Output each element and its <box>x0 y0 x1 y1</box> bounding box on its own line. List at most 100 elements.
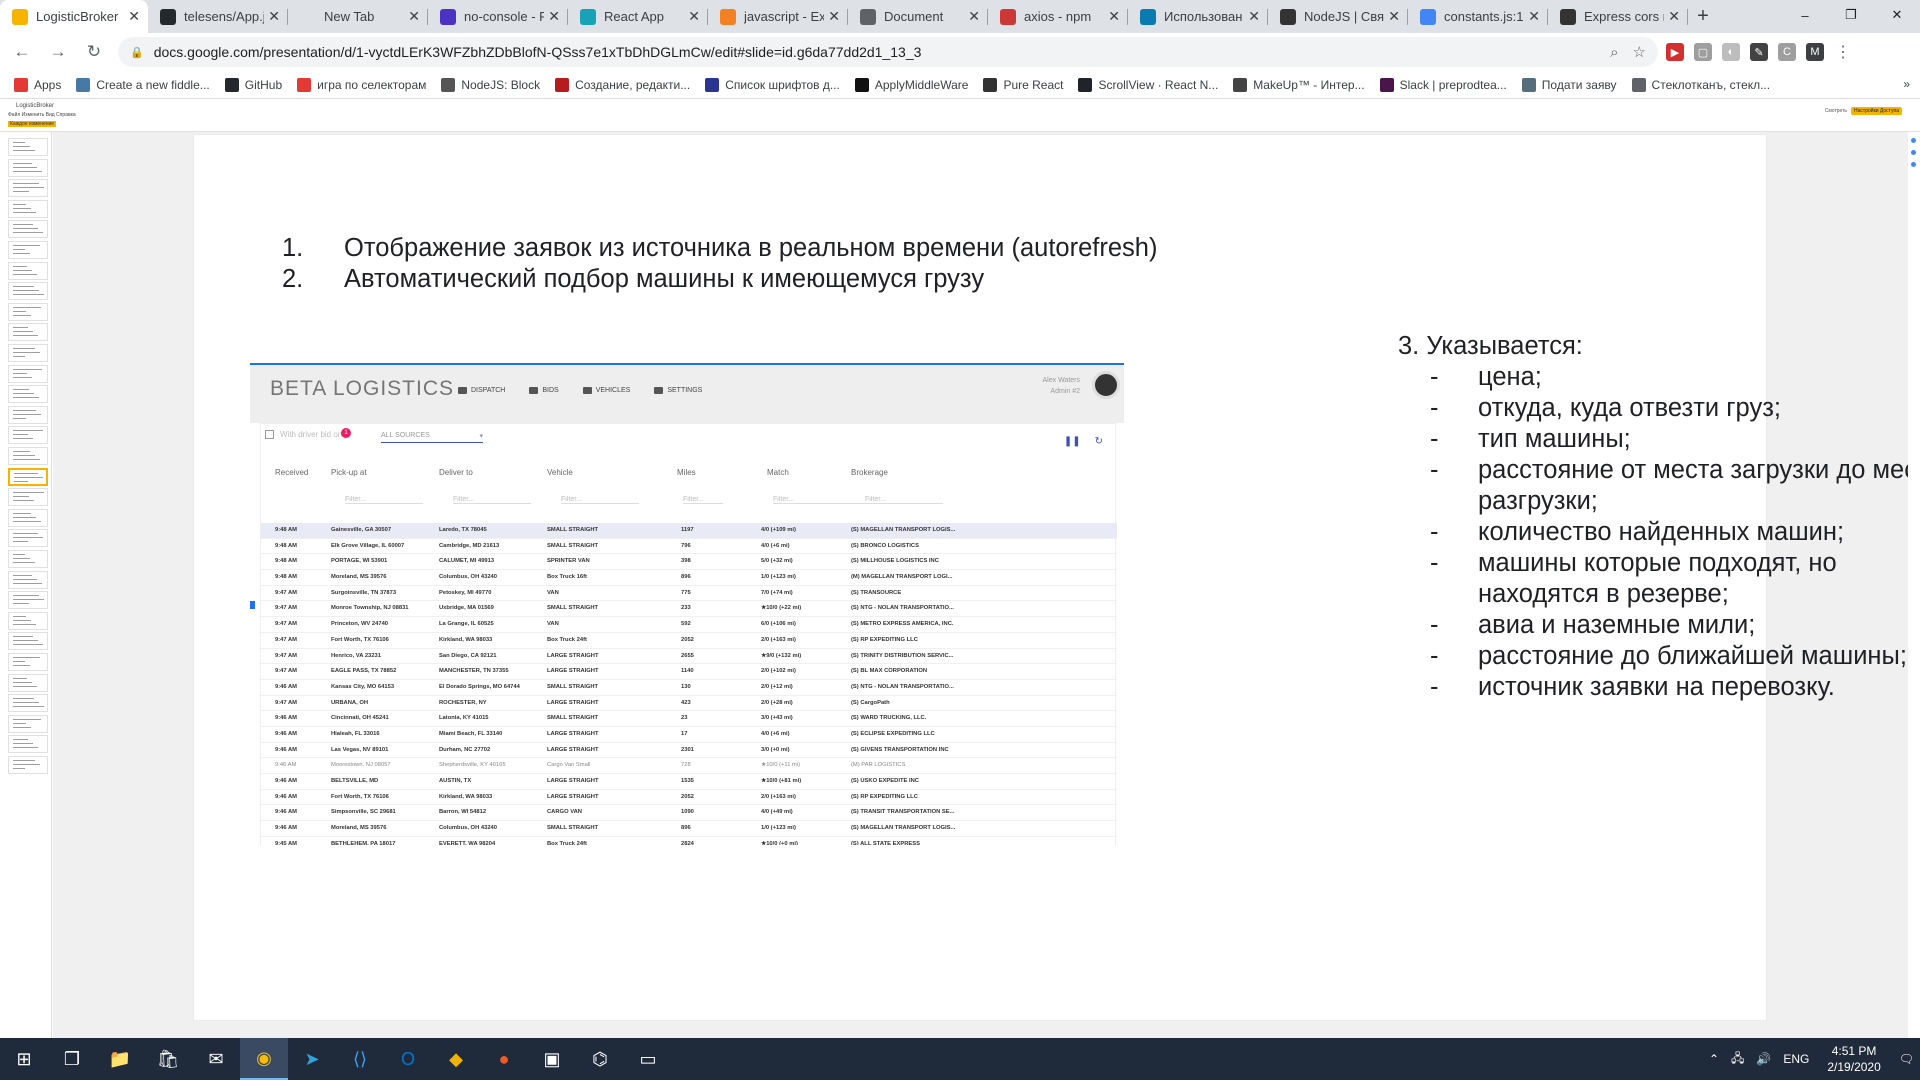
bookmark-item[interactable]: ScrollView · React N... <box>1078 77 1218 92</box>
bookmark-item[interactable]: Pure React <box>983 77 1063 92</box>
slide-thumbnail[interactable] <box>8 632 48 651</box>
git-icon[interactable]: ◆ <box>432 1038 480 1080</box>
photos-icon[interactable]: ▣ <box>528 1038 576 1080</box>
close-icon[interactable]: ✕ <box>408 8 420 25</box>
notifications-icon[interactable]: 🗨 <box>1899 1052 1914 1066</box>
resize-handle[interactable] <box>250 601 255 609</box>
maximize-button[interactable]: ❐ <box>1828 0 1874 30</box>
task-view-icon[interactable]: ❐ <box>48 1038 96 1080</box>
terminal-icon[interactable]: ▭ <box>624 1038 672 1080</box>
bookmark-item[interactable]: NodeJS: Block <box>441 77 540 92</box>
extension-icon[interactable]: ▶ <box>1666 43 1684 61</box>
tab-3[interactable]: no-console - R ✕ <box>428 0 568 33</box>
explorer-icon[interactable]: 📁 <box>96 1038 144 1080</box>
slide-thumbnail[interactable] <box>8 282 48 301</box>
slide-thumbnail[interactable] <box>8 426 48 445</box>
slide-thumbnail[interactable] <box>8 302 48 321</box>
tab-5[interactable]: javascript - Exp ✕ <box>708 0 848 33</box>
docs-menu[interactable]: Файл Изменить Вид Справка <box>8 112 76 118</box>
slide-thumbnail[interactable] <box>8 591 48 610</box>
present-button[interactable]: Смотреть <box>1825 108 1847 114</box>
bookmark-item[interactable]: игра по селекторам <box>297 77 426 92</box>
slide-thumbnail[interactable] <box>8 323 48 342</box>
bookmark-item[interactable]: MakeUp™ - Интер... <box>1233 77 1365 92</box>
devtools-icon[interactable]: ⌬ <box>576 1038 624 1080</box>
extension-icon[interactable]: C <box>1778 43 1796 61</box>
close-icon[interactable]: ✕ <box>268 8 280 25</box>
mail-icon[interactable]: ✉ <box>192 1038 240 1080</box>
new-tab-button[interactable]: + <box>1688 0 1718 33</box>
network-icon[interactable]: 🖧 <box>1731 1049 1744 1070</box>
app-screenshot-image[interactable]: BETA LOGISTICS DISPATCH BIDS VEHICLES SETTI… <box>249 362 1125 846</box>
change-notice[interactable]: Каждое изменение <box>8 121 57 127</box>
bookmark-item[interactable]: Подати заяву <box>1521 77 1617 92</box>
tab-7[interactable]: axios - npm ✕ <box>988 0 1128 33</box>
doc-title[interactable]: LogisticBroker <box>16 103 54 109</box>
lock-icon[interactable]: 🔒 <box>130 46 144 59</box>
close-icon[interactable]: ✕ <box>128 8 140 25</box>
bookmark-item[interactable]: GitHub <box>224 77 282 92</box>
slide-thumbnail[interactable] <box>8 488 48 507</box>
vscode-icon[interactable]: ⟨⟩ <box>336 1038 384 1080</box>
slide-thumbnail[interactable] <box>8 158 48 177</box>
address-bar[interactable]: 🔒 docs.google.com/presentation/d/1-vyctd… <box>118 37 1658 67</box>
url-text[interactable]: docs.google.com/presentation/d/1-vyctdLE… <box>154 44 1596 60</box>
language-indicator[interactable]: ENG <box>1783 1052 1809 1066</box>
slide-thumbnail[interactable] <box>8 673 48 692</box>
slide-thumbnail[interactable] <box>8 570 48 589</box>
slide-thumbnail[interactable] <box>8 261 48 280</box>
close-icon[interactable]: ✕ <box>688 8 700 25</box>
slide-thumbnail[interactable] <box>8 529 48 548</box>
close-icon[interactable]: ✕ <box>1668 8 1680 25</box>
slide-thumbnail[interactable] <box>8 220 48 239</box>
close-icon[interactable]: ✕ <box>1108 8 1120 25</box>
extension-icon[interactable]: ✎ <box>1750 43 1768 61</box>
slide-thumbnail[interactable] <box>8 405 48 424</box>
tab-8[interactable]: Использован ✕ <box>1128 0 1268 33</box>
close-icon[interactable]: ✕ <box>828 8 840 25</box>
tab-1[interactable]: telesens/App.js ✕ <box>148 0 288 33</box>
bookmark-item[interactable]: Создание, редакти... <box>555 77 690 92</box>
close-icon[interactable]: ✕ <box>548 8 560 25</box>
bookmark-item[interactable]: Стеклотканъ, стекл... <box>1631 77 1770 92</box>
slide-thumbnail[interactable] <box>8 241 48 259</box>
volume-icon[interactable]: 🔊 <box>1756 1052 1771 1066</box>
slide-thumbnail[interactable] <box>8 199 48 218</box>
slide-thumbnail[interactable] <box>8 138 48 156</box>
bookmark-item[interactable]: ApplyMiddleWare <box>854 77 968 92</box>
bookmark-item[interactable]: Список шрифтов д... <box>705 77 840 92</box>
menu-icon[interactable]: ⋮ <box>1834 43 1852 61</box>
avatar[interactable]: M <box>1806 43 1824 61</box>
bookmark-item[interactable]: Apps <box>14 77 61 92</box>
slide-thumbnail[interactable] <box>8 467 48 486</box>
tab-2[interactable]: New Tab ✕ <box>288 0 428 33</box>
slide-thumbnail[interactable] <box>8 508 48 527</box>
tray-arrow-icon[interactable]: ⌃ <box>1709 1052 1719 1066</box>
close-icon[interactable]: ✕ <box>1388 8 1400 25</box>
slide-thumbnail[interactable] <box>8 385 48 404</box>
slide-thumbnail[interactable] <box>8 756 48 774</box>
bookmark-item[interactable]: Slack | preprodtea... <box>1379 77 1507 92</box>
slide-thumbnail[interactable] <box>8 714 48 733</box>
outlook-icon[interactable]: O <box>384 1038 432 1080</box>
extension-icon[interactable]: ▢ <box>1694 43 1712 61</box>
tab-9[interactable]: NodeJS | Связ ✕ <box>1268 0 1408 33</box>
share-button[interactable]: Настройки Доступа <box>1851 107 1902 115</box>
bookmark-star-icon[interactable]: ☆ <box>1633 43 1646 61</box>
clock[interactable]: 4:51 PM 2/19/2020 <box>1827 1043 1880 1075</box>
slide-thumbnail[interactable] <box>8 550 48 568</box>
slide-thumbnail[interactable] <box>8 344 48 362</box>
slide-thumbnail[interactable] <box>8 735 48 754</box>
windows-icon[interactable]: ⊞ <box>0 1038 48 1080</box>
forward-icon[interactable]: → <box>44 38 72 66</box>
slide-thumbnail[interactable] <box>8 447 48 465</box>
bookmarks-more-icon[interactable]: » <box>1903 77 1910 91</box>
slide-thumbnail[interactable] <box>8 611 48 630</box>
chrome-icon[interactable]: ◉ <box>240 1038 288 1080</box>
tab-6[interactable]: Document ✕ <box>848 0 988 33</box>
tab-10[interactable]: constants.js:13 ✕ <box>1408 0 1548 33</box>
reload-icon[interactable]: ↻ <box>80 38 108 66</box>
slide-thumbnail[interactable] <box>8 179 48 198</box>
extension-icon[interactable]: ◐ <box>1722 43 1740 61</box>
close-icon[interactable]: ✕ <box>1248 8 1260 25</box>
